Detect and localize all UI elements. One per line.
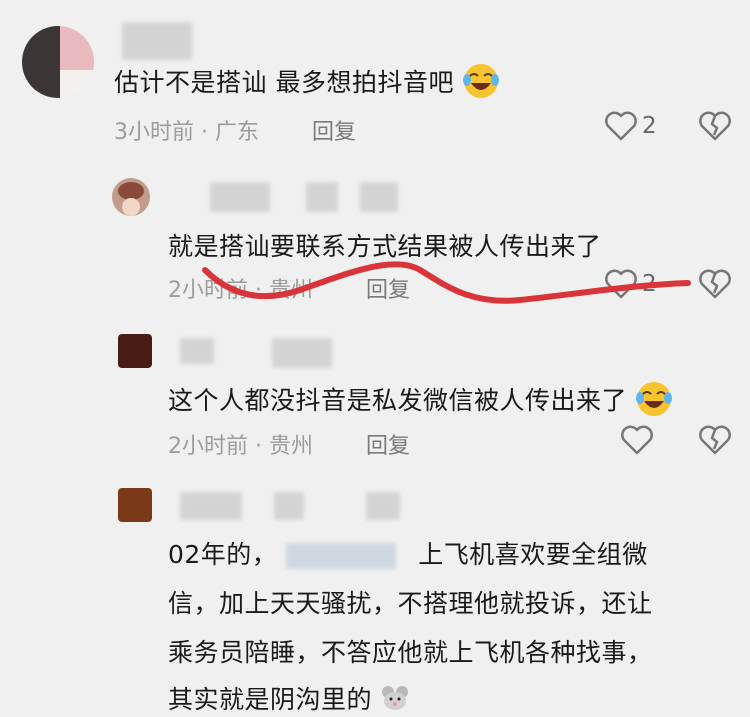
comment-text-fragment: 其实就是阴沟里的 xyxy=(168,685,373,714)
comment-text-line: 乘务员陪睡，不答应他就上飞机各种找事， xyxy=(168,638,653,667)
comment-meta: 2小时前 · 贵州 xyxy=(168,434,313,459)
name-redacted xyxy=(285,543,396,569)
comment-text-line: 其实就是阴沟里的 xyxy=(168,680,410,717)
reply-button[interactable]: 回复 xyxy=(366,428,410,460)
username-redacted xyxy=(274,492,304,520)
comment-text-line: 信，加上天天骚扰，不搭理他就投诉，还让 xyxy=(168,589,653,618)
username-redacted xyxy=(272,338,332,368)
avatar[interactable] xyxy=(118,334,152,368)
username-redacted xyxy=(180,492,242,520)
avatar[interactable] xyxy=(118,488,152,522)
comment-text-content: 这个人都没抖音是私发微信被人传出来了 xyxy=(168,386,628,415)
username-redacted xyxy=(366,492,400,520)
comment-text-line: 02年的， 上飞机喜欢要全组微 xyxy=(168,535,648,571)
username-redacted xyxy=(180,338,214,364)
dislike-broken-heart-icon[interactable] xyxy=(698,424,732,456)
comment-text-fragment: 02年的， xyxy=(168,540,278,569)
comment-text: 这个人都没抖音是私发微信被人传出来了 xyxy=(168,380,673,424)
like-heart-icon[interactable] xyxy=(620,424,654,456)
rat-emoji-icon xyxy=(380,685,410,717)
laughing-crying-emoji-icon xyxy=(635,380,673,424)
comment-text-fragment: 上飞机喜欢要全组微 xyxy=(418,540,648,569)
